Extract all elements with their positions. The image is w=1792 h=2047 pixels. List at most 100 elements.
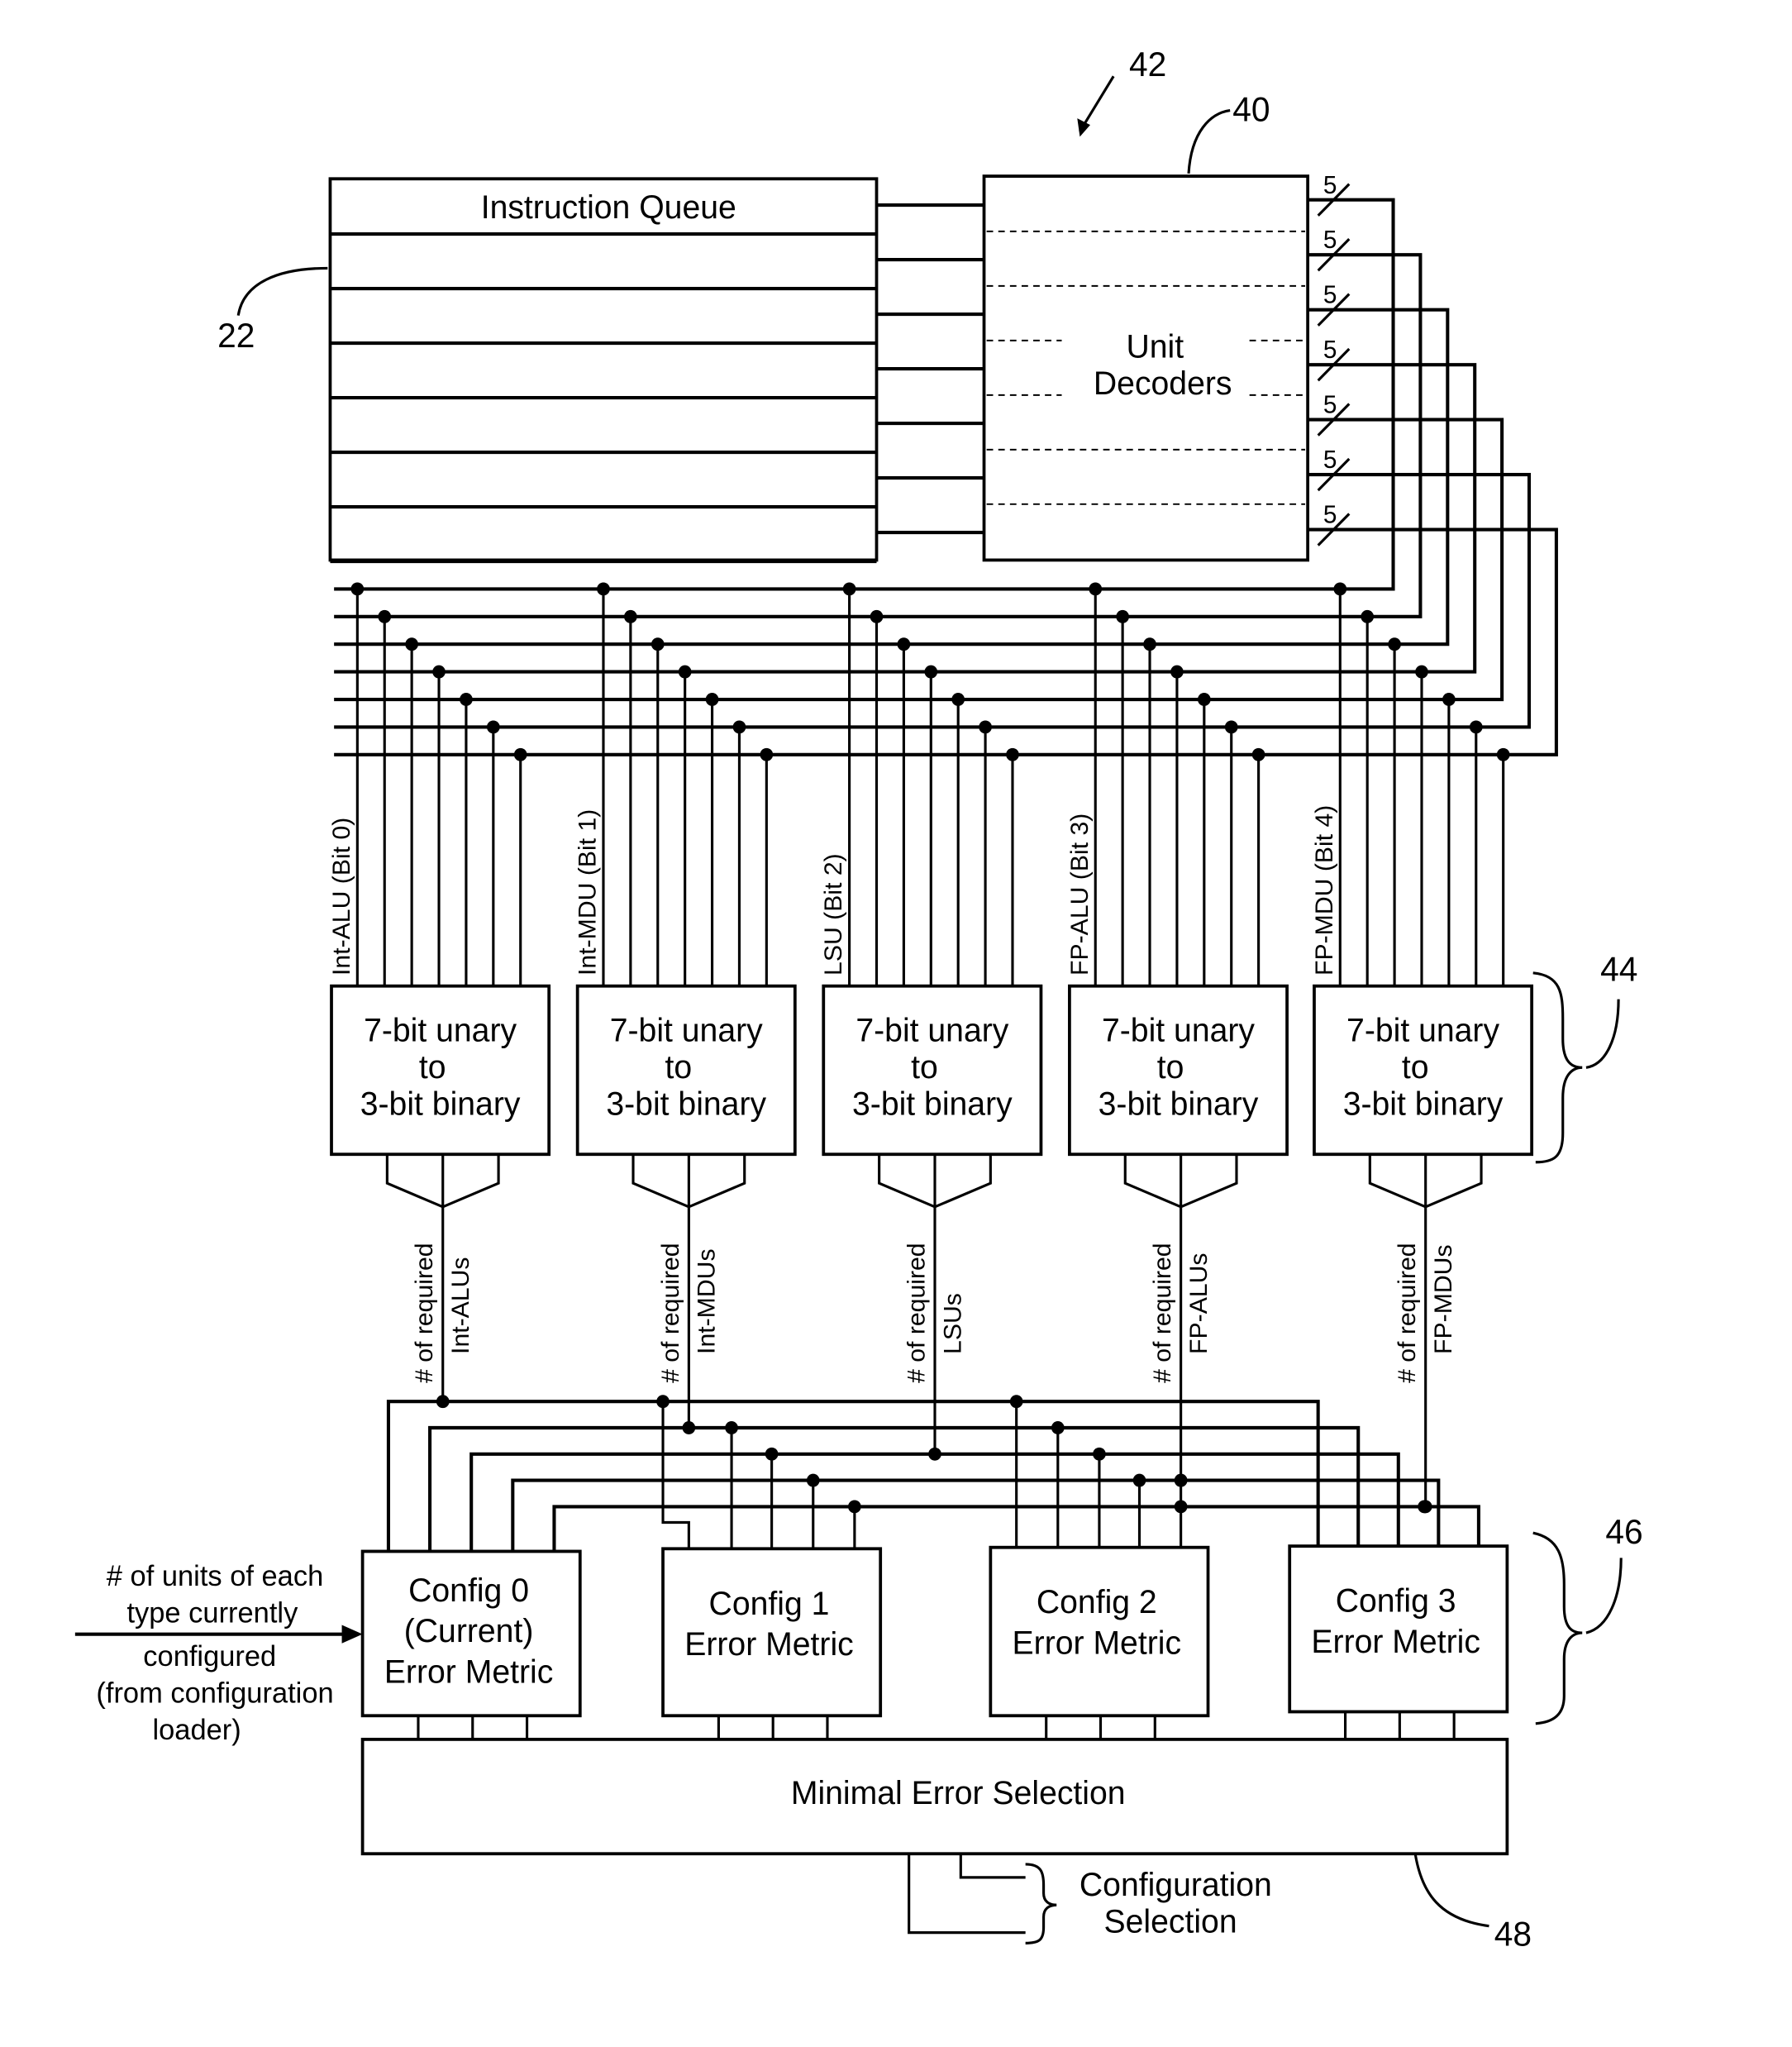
leader-48 [1413,1853,1489,1928]
reference-46: 46 [1532,1513,1643,1725]
instruction-queue: Instruction Queue [328,177,879,562]
required-count-label-line1: # of required [657,1243,684,1383]
junction-dot [760,747,774,761]
leader-46 [1585,1558,1623,1634]
output-label-line2: Selection [1104,1903,1237,1940]
arrow-42-head-icon [1077,118,1090,137]
junction-dot [1469,720,1483,734]
converter-label-line2: to [911,1049,938,1086]
required-count-label-line2: Int-MDUs [693,1248,721,1353]
junction-dot [705,693,719,706]
junction-dot [1170,665,1184,679]
junction-dot [806,1473,820,1487]
unit-bit-label: LSU (Bit 2) [820,853,847,976]
leader-44 [1585,999,1620,1069]
minimal-error-selection-label: Minimal Error Selection [791,1775,1126,1811]
unit-bit-labels: Int-ALU (Bit 0) Int-MDU (Bit 1) LSU (Bit 2… [328,805,1338,976]
config-label-line: Error Metric [1311,1624,1480,1660]
input-label-line1: # of units of each [107,1561,323,1592]
junction-dot [405,637,418,651]
required-count-label-line2: FP-ALUs [1185,1253,1213,1353]
reference-40: 40 [1187,90,1270,174]
reference-numeral-44: 44 [1600,950,1637,988]
junction-dot [765,1447,779,1461]
junction-dot [1442,693,1456,706]
junction-dot [1418,1500,1431,1514]
unit-bit-label: FP-ALU (Bit 3) [1066,814,1094,976]
bus-width-label: 5 [1323,172,1337,199]
count-route-wire [469,1452,1400,1552]
required-count-label-line2: FP-MDUs [1430,1244,1457,1354]
converter-label-line2: to [665,1049,693,1086]
converter-label-line1: 7-bit unary [1346,1012,1499,1048]
decoder-output-bus [334,527,1558,756]
junction-dot [378,609,392,623]
reference-numeral-48: 48 [1494,1915,1532,1953]
leader-40 [1187,109,1231,174]
unit-bit-label: Int-MDU (Bit 1) [574,809,602,976]
patent-figure-diagram: Instruction Queue Unit Decoders 5 5 5 5 5 55 … [74,45,1643,1954]
required-count-label-line1: # of required [1149,1243,1176,1383]
converter-label-line1: 7-bit unary [855,1012,1008,1048]
junction-dot [924,665,938,679]
input-label-line2: type currently [126,1597,298,1629]
junction-dot [486,720,500,734]
junction-dot [1251,747,1265,761]
config-label-line: (Current) [404,1613,534,1649]
junction-dot [1009,1395,1023,1409]
required-count-label-line2: LSUs [940,1293,967,1354]
junction-dot [1197,693,1211,706]
converter-label-line3: 3-bit binary [1099,1086,1259,1122]
junction-dot [928,1447,941,1461]
output-wire-2 [959,1854,1026,1879]
junction-dot [432,665,446,679]
configuration-selection-output: Configuration Selection [908,1854,1272,1944]
config-label-line: Error Metric [384,1653,553,1690]
junction-dot [842,582,856,596]
required-count-label-line1: # of required [903,1243,931,1383]
converter-label-line1: 7-bit unary [610,1012,763,1048]
converter-label-line1: 7-bit unary [1102,1012,1255,1048]
junction-dot [656,1395,670,1409]
unit-bit-label: Int-ALU (Bit 0) [328,818,355,976]
input-arrow-head-icon [341,1625,363,1644]
input-label-line4: (from configuration [96,1677,333,1709]
reference-44: 44 [1532,950,1637,1164]
instruction-queue-title: Instruction Queue [481,189,736,226]
junction-dot [1496,747,1510,761]
brace-44 [1532,971,1583,1164]
unit-decoders: Unit Decoders [982,174,1310,562]
junction-dot [725,1421,738,1434]
config-label-line: Config 3 [1336,1582,1456,1619]
reference-48: 48 [1413,1853,1532,1954]
junction-dot [1174,1500,1188,1514]
brace-output [1025,1863,1057,1944]
bus-width-label: 5 [1323,391,1337,418]
brace-46 [1532,1531,1583,1725]
count-route-wire [428,1425,1361,1552]
reference-numeral-46: 46 [1605,1513,1642,1551]
minimal-error-selection: Minimal Error Selection [360,1737,1509,1856]
junction-dot [597,582,610,596]
junction-dot [1093,1447,1106,1461]
junction-dot [678,665,692,679]
config-label-line: Error Metric [1013,1625,1181,1661]
junction-dot [350,582,365,596]
junction-dot [1089,582,1103,596]
junction-dot [870,609,884,623]
junction-dot [1361,609,1375,623]
bus-width-label: 5 [1323,227,1337,254]
reference-42: 42 [1077,45,1166,137]
config-label-line: Error Metric [684,1626,853,1663]
config-label-line: Config 0 [408,1572,529,1609]
unit-decoders-label-line1: Unit [1126,328,1184,365]
junction-dot [897,637,911,651]
required-count-label-line1: # of required [1394,1243,1421,1383]
junction-dot [460,693,473,706]
output-label-line1: Configuration [1079,1867,1272,1903]
junction-dot [848,1500,861,1514]
leader-22 [236,266,328,316]
unary-to-binary-converters: 7-bit unaryto3-bit binary7-bit unaryto3-… [330,984,1534,1157]
junction-dot [1132,1473,1146,1487]
junction-dot [1415,665,1428,679]
